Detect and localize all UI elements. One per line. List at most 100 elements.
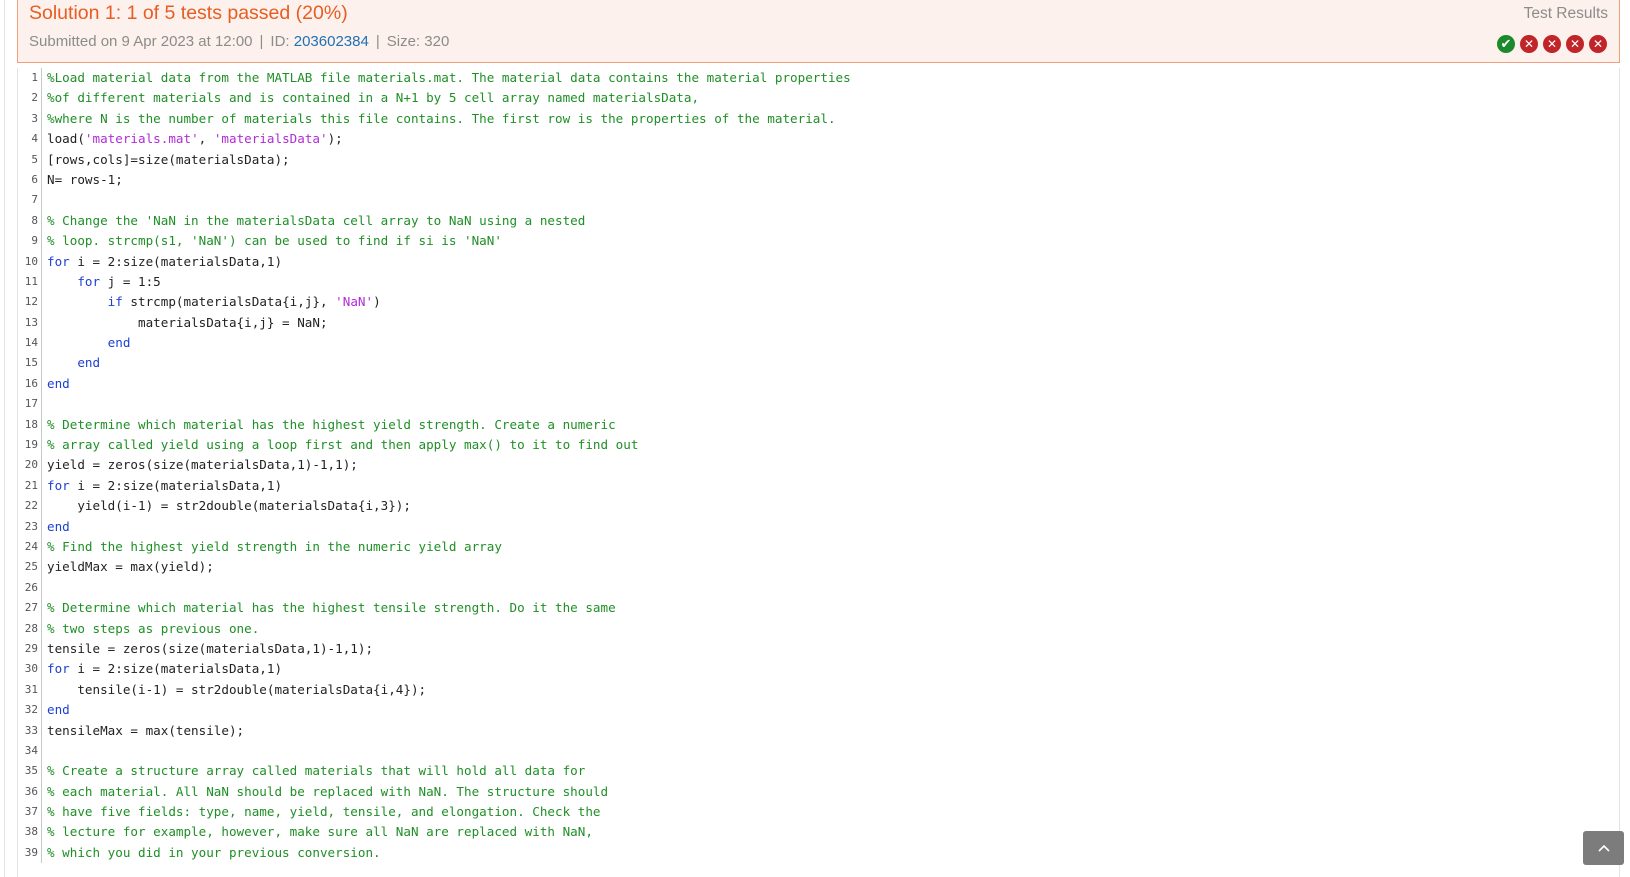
line-number: 9 bbox=[18, 231, 42, 252]
code-comment: % Find the highest yield strength in the… bbox=[47, 538, 502, 554]
line-number: 18 bbox=[18, 414, 42, 436]
code-line: 31 tensile(i-1) = str2double(materialsDa… bbox=[18, 679, 1619, 701]
line-number: 17 bbox=[18, 394, 42, 415]
x-circle-icon[interactable]: ✕ bbox=[1543, 35, 1561, 53]
code-line: 34 bbox=[18, 740, 1619, 762]
code-line: 16 end bbox=[18, 373, 1619, 395]
line-number: 39 bbox=[18, 842, 42, 864]
code-line: 26 bbox=[18, 577, 1619, 599]
line-number: 38 bbox=[18, 822, 42, 843]
code-text: N= rows-1; bbox=[47, 171, 123, 187]
line-number: 29 bbox=[18, 638, 42, 660]
code-text: end bbox=[107, 335, 131, 351]
code-line: 13 materialsData{i,j} = NaN; bbox=[18, 312, 1619, 334]
line-number: 2 bbox=[18, 88, 42, 109]
code-text: yield(i-1) = str2double(materialsData{i,… bbox=[47, 498, 411, 514]
code-line: 2 %of different materials and is containe… bbox=[18, 88, 1619, 109]
code-comment: % array called yield using a loop first … bbox=[47, 437, 639, 453]
code-line: 35 % Create a structure array called mate… bbox=[18, 761, 1619, 782]
code-comment: % have five fields: type, name, yield, t… bbox=[47, 804, 601, 820]
line-number: 25 bbox=[18, 557, 42, 578]
code-line: 37 % have five fields: type, name, yield,… bbox=[18, 802, 1619, 823]
code-line: 12 if strcmp(materialsData{i,j}, 'NaN') bbox=[18, 292, 1619, 313]
line-number: 16 bbox=[18, 373, 42, 395]
code-text: end bbox=[47, 518, 70, 534]
line-number: 35 bbox=[18, 761, 42, 782]
code-line: 24 % Find the highest yield strength in t… bbox=[18, 536, 1619, 558]
code-comment: %Load material data from the MATLAB file… bbox=[47, 70, 851, 85]
x-circle-icon[interactable]: ✕ bbox=[1566, 35, 1584, 53]
code-line: 38 % lecture for example, however, make s… bbox=[18, 822, 1619, 843]
line-number: 12 bbox=[18, 292, 42, 313]
line-number: 19 bbox=[18, 435, 42, 456]
code-line: 19 % array called yield using a loop firs… bbox=[18, 435, 1619, 456]
code-comment: % Change the 'NaN in the materialsData c… bbox=[47, 212, 586, 228]
line-number: 27 bbox=[18, 598, 42, 619]
code-line: 32 end bbox=[18, 700, 1619, 721]
check-circle-icon[interactable]: ✔ bbox=[1497, 35, 1515, 53]
code-line: 3 %where N is the number of materials thi… bbox=[18, 108, 1619, 130]
x-circle-icon[interactable]: ✕ bbox=[1589, 35, 1607, 53]
code-line: 9 % loop. strcmp(s1, 'NaN') can be used t… bbox=[18, 231, 1619, 252]
code-text: if strcmp(materialsData{i,j}, 'NaN') bbox=[107, 294, 381, 310]
code-line: 29 tensile = zeros(size(materialsData,1)-… bbox=[18, 638, 1619, 660]
code-line: 21 for i = 2:size(materialsData,1) bbox=[18, 475, 1619, 497]
solution-id-link[interactable]: 203602384 bbox=[294, 33, 369, 50]
line-number: 31 bbox=[18, 679, 42, 701]
code-comment: % Create a structure array called materi… bbox=[47, 763, 586, 779]
line-number: 6 bbox=[18, 169, 42, 191]
scroll-to-top-button[interactable] bbox=[1583, 831, 1624, 865]
id-label: ID: bbox=[270, 33, 290, 50]
code-line: 18 % Determine which material has the hig… bbox=[18, 414, 1619, 436]
line-number: 36 bbox=[18, 781, 42, 803]
code-comment: % two steps as previous one. bbox=[47, 620, 260, 636]
line-number: 7 bbox=[18, 190, 42, 211]
code-text: for i = 2:size(materialsData,1) bbox=[47, 253, 283, 269]
code-line: 6 N= rows-1; bbox=[18, 169, 1619, 191]
code-text: tensile = zeros(size(materialsData,1)-1,… bbox=[47, 640, 374, 656]
code-text: for i = 2:size(materialsData,1) bbox=[47, 477, 283, 493]
code-comment: % Determine which material has the highe… bbox=[47, 416, 616, 432]
size-label: Size: 320 bbox=[386, 33, 450, 50]
line-number: 11 bbox=[18, 271, 42, 293]
solution-header: Solution 1: 1 of 5 tests passed (20%) Su… bbox=[17, 0, 1620, 63]
line-number: 33 bbox=[18, 720, 42, 741]
code-view: 1 %Load material data from the MATLAB fil… bbox=[17, 68, 1620, 877]
code-line: 10 for i = 2:size(materialsData,1) bbox=[18, 251, 1619, 272]
code-line: 15 end bbox=[18, 353, 1619, 374]
code-line: 4 load('materials.mat', 'materialsData'); bbox=[18, 129, 1619, 150]
code-text: tensileMax = max(tensile); bbox=[47, 722, 245, 738]
submission-meta: Submitted on 9 Apr 2023 at 12:00 | ID: 203… bbox=[29, 33, 450, 50]
code-text: [rows,cols]=size(materialsData); bbox=[47, 151, 290, 167]
code-line: 8 % Change the 'NaN in the materialsData … bbox=[18, 210, 1619, 232]
code-line: 36 % each material. All NaN should be rep… bbox=[18, 781, 1619, 803]
code-line: 27 % Determine which material has the hig… bbox=[18, 598, 1619, 619]
line-number: 14 bbox=[18, 333, 42, 354]
line-number: 13 bbox=[18, 312, 42, 334]
code-line: 5 [rows,cols]=size(materialsData); bbox=[18, 149, 1619, 170]
code-text: for j = 1:5 bbox=[77, 273, 161, 289]
x-circle-icon[interactable]: ✕ bbox=[1520, 35, 1538, 53]
code-text: end bbox=[77, 355, 101, 371]
test-results-label: Test Results bbox=[1523, 5, 1608, 22]
code-text: tensile(i-1) = str2double(materialsData{… bbox=[47, 681, 427, 697]
line-number: 21 bbox=[18, 475, 42, 497]
line-number: 15 bbox=[18, 353, 42, 374]
line-number: 30 bbox=[18, 659, 42, 680]
line-number: 37 bbox=[18, 802, 42, 823]
code-line: 22 yield(i-1) = str2double(materialsData… bbox=[18, 496, 1619, 517]
code-line: 11 for j = 1:5 bbox=[18, 271, 1619, 293]
submitted-date: Submitted on 9 Apr 2023 at 12:00 bbox=[29, 33, 253, 50]
solution-title: Solution 1: 1 of 5 tests passed (20%) bbox=[29, 2, 348, 24]
code-line: 39 % which you did in your previous conve… bbox=[18, 842, 1619, 864]
code-line: 33 tensileMax = max(tensile); bbox=[18, 720, 1619, 741]
code-comment: % each material. All NaN should be repla… bbox=[47, 783, 609, 799]
line-number: 8 bbox=[18, 210, 42, 232]
code-text: end bbox=[47, 375, 70, 391]
code-line: 28 % two steps as previous one. bbox=[18, 618, 1619, 639]
line-number: 20 bbox=[18, 455, 42, 476]
code-line: 25 yieldMax = max(yield); bbox=[18, 557, 1619, 578]
